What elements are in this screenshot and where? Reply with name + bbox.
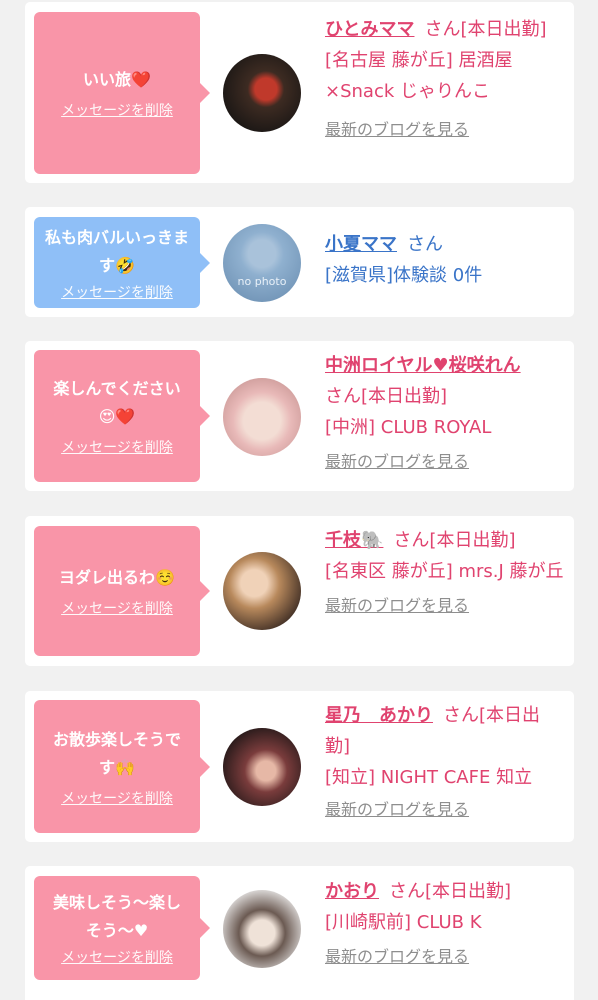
san-suffix: さん (407, 234, 443, 255)
user-name-link[interactable]: 中洲ロイヤル♥桜咲れん (325, 355, 521, 376)
san-suffix: さん (393, 530, 430, 551)
user-info: 中洲ロイヤル♥桜咲れん さん[本日出勤] [中洲] CLUB ROYAL 最新の… (325, 350, 565, 473)
latest-blog-link[interactable]: 最新のブログを見る (325, 799, 565, 821)
message-card: いい旅❤️ メッセージを削除 ひとみママ さん[本日出勤] [名古屋 藤が丘] 居… (25, 2, 574, 183)
san-suffix: さん (424, 19, 461, 40)
user-name-link[interactable]: 小夏ママ (325, 234, 397, 255)
delete-message-link[interactable]: メッセージを削除 (61, 788, 173, 808)
avatar[interactable] (223, 378, 301, 456)
latest-blog-link[interactable]: 最新のブログを見る (325, 595, 565, 617)
avatar[interactable] (223, 552, 301, 630)
shop-label: [知立] NIGHT CAFE 知立 (325, 767, 533, 788)
delete-message-link[interactable]: メッセージを削除 (61, 437, 173, 457)
user-name-link[interactable]: ひとみママ (325, 19, 414, 40)
message-text: お散歩楽しそうです🙌 (52, 729, 181, 777)
latest-blog-link[interactable]: 最新のブログを見る (325, 946, 565, 968)
shop-label: [川崎駅前] CLUB K (325, 912, 482, 933)
latest-blog-link[interactable]: 最新のブログを見る (325, 451, 565, 473)
message-bubble: いい旅❤️ メッセージを削除 (34, 12, 210, 174)
status-badge: [本日出勤] (429, 530, 516, 551)
san-suffix: さん (389, 881, 425, 902)
message-text: 私も肉バルいっきます🤣 (44, 227, 189, 275)
delete-message-link[interactable]: メッセージを削除 (61, 598, 173, 618)
message-card: 私も肉バルいっきます🤣 メッセージを削除 no photo 小夏ママ さん [滋賀… (25, 207, 574, 317)
user-info: かおり さん[本日出勤] [川崎駅前] CLUB K 最新のブログを見る (325, 876, 565, 968)
latest-blog-link[interactable]: 最新のブログを見る (325, 119, 565, 141)
message-text: いい旅❤️ (83, 70, 151, 89)
avatar[interactable] (223, 890, 301, 968)
message-text: 美味しそう〜楽しそう〜♥ (52, 893, 181, 940)
shop-label: [名古屋 藤が丘] 居酒屋×Snack じゃりんこ (325, 50, 513, 102)
message-text: ヨダレ出るわ☺️ (59, 568, 175, 587)
status-badge: [本日出勤] (425, 881, 512, 902)
message-card: 美味しそう〜楽しそう〜♥ メッセージを削除 かおり さん[本日出勤] [川崎駅前]… (25, 866, 574, 1000)
message-bubble: 私も肉バルいっきます🤣 メッセージを削除 (34, 217, 210, 308)
user-name-link[interactable]: 千枝🐘 (325, 530, 383, 551)
shop-label: [中洲] CLUB ROYAL (325, 417, 492, 438)
status-badge: [本日出勤] (460, 19, 547, 40)
message-bubble: お散歩楽しそうです🙌 メッセージを削除 (34, 700, 210, 833)
user-info: 星乃 あかり さん[本日出勤] [知立] NIGHT CAFE 知立 最新のブログ… (325, 700, 565, 821)
message-card: ヨダレ出るわ☺️ メッセージを削除 千枝🐘 さん[本日出勤] [名東区 藤が丘] … (25, 516, 574, 666)
message-card: 楽しんでください😍❤️ メッセージを削除 中洲ロイヤル♥桜咲れん さん[本日出勤… (25, 341, 574, 491)
no-photo-label: no photo (237, 275, 287, 288)
avatar[interactable] (223, 728, 301, 806)
user-info: ひとみママ さん[本日出勤] [名古屋 藤が丘] 居酒屋×Snack じゃりんこ … (325, 14, 565, 141)
shop-label: [名東区 藤が丘] mrs.J 藤が丘 (325, 561, 564, 582)
user-name-link[interactable]: 星乃 あかり (325, 705, 433, 726)
san-suffix: さん (325, 386, 361, 407)
message-bubble: 美味しそう〜楽しそう〜♥ メッセージを削除 (34, 876, 210, 980)
delete-message-link[interactable]: メッセージを削除 (61, 282, 173, 302)
avatar[interactable] (223, 54, 301, 132)
user-info: 小夏ママ さん [滋賀県]体験談 0件 (325, 229, 565, 291)
message-bubble: 楽しんでください😍❤️ メッセージを削除 (34, 350, 210, 482)
shop-label: [滋賀県]体験談 0件 (325, 265, 483, 286)
avatar[interactable]: no photo (223, 224, 301, 302)
status-badge: [本日出勤] (361, 386, 448, 407)
delete-message-link[interactable]: メッセージを削除 (61, 100, 173, 120)
san-suffix: さん (443, 705, 479, 726)
message-card: お散歩楽しそうです🙌 メッセージを削除 星乃 あかり さん[本日出勤] [知立] … (25, 691, 574, 842)
message-bubble: ヨダレ出るわ☺️ メッセージを削除 (34, 526, 210, 656)
delete-message-link[interactable]: メッセージを削除 (61, 947, 173, 967)
user-name-link[interactable]: かおり (325, 881, 379, 902)
message-text: 楽しんでください😍❤️ (53, 379, 181, 426)
user-info: 千枝🐘 さん[本日出勤] [名東区 藤が丘] mrs.J 藤が丘 最新のブログを見… (325, 525, 565, 617)
